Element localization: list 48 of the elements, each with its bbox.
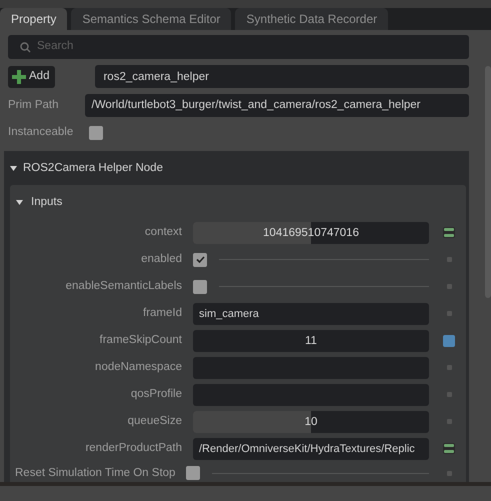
attribute-label: queueSize (126, 414, 182, 430)
checkmark-icon (194, 254, 206, 266)
default-indicator[interactable] (446, 392, 452, 398)
text-field[interactable] (193, 356, 429, 379)
attribute-label: enabled (140, 252, 182, 268)
default-indicator[interactable] (446, 257, 452, 262)
checkbox[interactable] (186, 466, 200, 480)
modified-indicator[interactable] (443, 334, 455, 347)
attribute-label: frameSkipCount (98, 333, 182, 348)
plus-icon (12, 70, 26, 84)
number-field[interactable]: 10 (193, 410, 429, 433)
triangle-icon[interactable] (10, 164, 17, 172)
search-icon (20, 42, 31, 52)
text-field[interactable]: /Render/OmniverseKit/HydraTextures/Replic (193, 438, 429, 460)
attribute-label: context (144, 225, 182, 240)
name-field[interactable]: ros2_camera_helper (95, 65, 469, 88)
checkbox[interactable] (193, 280, 207, 294)
instanceable-label: Instanceable (8, 125, 74, 140)
section-title[interactable]: ROS2Camera Helper Node (23, 160, 163, 177)
checkbox[interactable] (89, 126, 104, 140)
prim-path-field[interactable]: /World/turtlebot3_burger/twist_and_camera/ros2_camera_helper (84, 94, 469, 117)
attribute-label: frameId (142, 306, 182, 322)
tab[interactable]: Property (0, 8, 68, 30)
attribute-label: nodeNamespace (94, 360, 182, 376)
search-input[interactable]: Search (37, 38, 457, 56)
prim-path-label: Prim Path (8, 98, 58, 113)
triangle-icon[interactable] (16, 198, 23, 206)
text-field[interactable] (193, 384, 429, 406)
attribute-label: enableSemanticLabels (64, 279, 182, 294)
search-box[interactable]: Search (8, 35, 469, 59)
add-button[interactable]: Add (8, 66, 56, 88)
default-indicator[interactable] (446, 365, 452, 370)
tab[interactable]: Semantics Schema Editor (71, 8, 232, 30)
tab[interactable]: Synthetic Data Recorder (235, 8, 388, 30)
number-field[interactable]: 11 (193, 330, 429, 352)
default-indicator[interactable] (446, 470, 452, 476)
default-indicator[interactable] (446, 311, 452, 316)
default-indicator[interactable] (446, 419, 452, 424)
attribute-label: qosProfile (130, 387, 182, 402)
reset-label: Reset Simulation Time On Stop (15, 466, 176, 481)
default-indicator[interactable] (446, 284, 452, 290)
text-field[interactable]: sim_camera (193, 302, 429, 325)
attribute-label: renderProductPath (84, 441, 182, 456)
inputs-title[interactable]: Inputs (31, 194, 62, 211)
connection-icon[interactable] (443, 443, 455, 454)
number-field[interactable]: 104169510747016 (193, 222, 429, 244)
connection-icon[interactable] (443, 227, 455, 238)
checkbox[interactable] (193, 252, 207, 267)
